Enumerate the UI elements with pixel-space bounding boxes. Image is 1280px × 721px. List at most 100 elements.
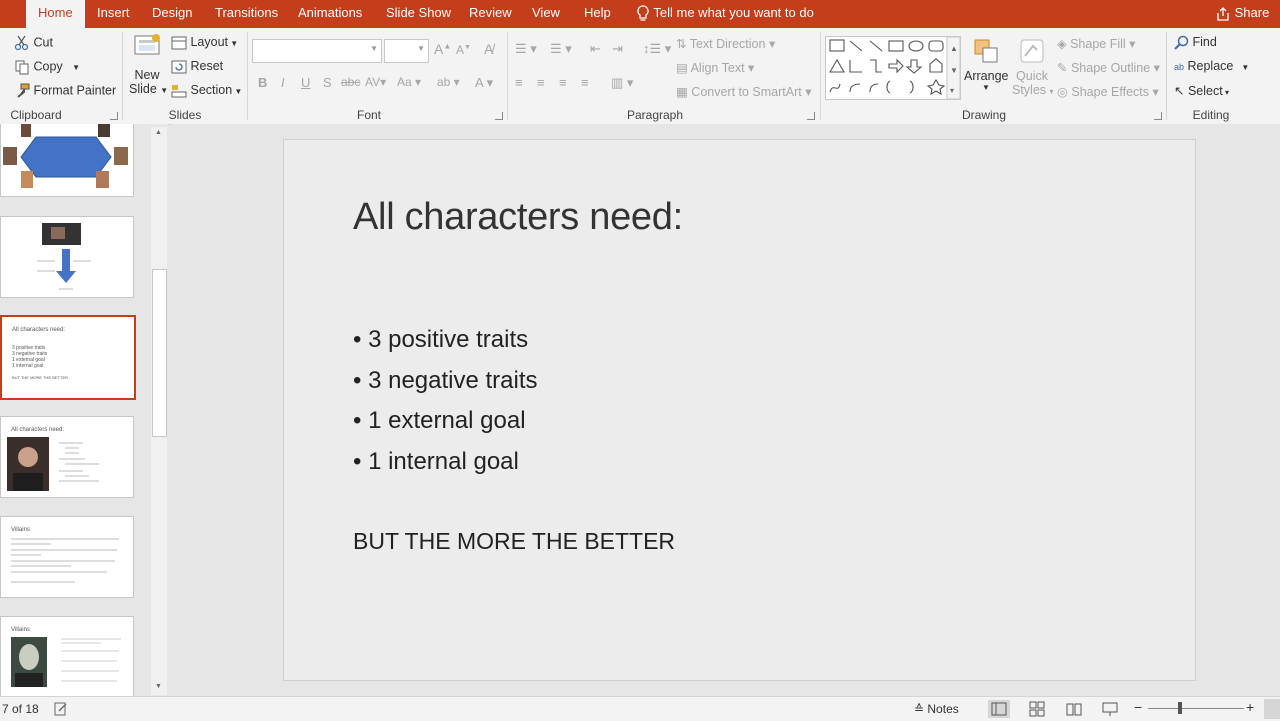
align-center-icon[interactable]: ≡ — [537, 75, 545, 90]
shape-fill-button[interactable]: ◈ Shape Fill ▾ — [1057, 36, 1135, 51]
tell-me-search[interactable]: Tell me what you want to do — [636, 0, 814, 28]
slide-canvas[interactable]: All characters need: • 3 positive traits… — [283, 139, 1196, 681]
bullet-item[interactable]: • 3 positive traits — [353, 326, 528, 354]
font-launcher-icon[interactable] — [495, 112, 503, 120]
tab-insert[interactable]: Insert — [97, 0, 130, 28]
scroll-down-icon[interactable]: ▼ — [155, 683, 162, 690]
zoom-slider[interactable] — [1148, 708, 1244, 709]
tab-design[interactable]: Design — [152, 0, 192, 28]
divider — [122, 32, 123, 120]
copy-button[interactable]: Copy ▼ — [14, 59, 80, 75]
italic-icon[interactable]: I — [281, 75, 285, 90]
slide-thumbnail-selected[interactable]: All characters need: 3 positive traits 3… — [0, 315, 136, 400]
arrange-icon — [974, 39, 998, 63]
cut-button[interactable]: Cut — [14, 35, 53, 51]
tab-help[interactable]: Help — [584, 0, 611, 28]
new-slide-button[interactable]: New Slide ▼ — [129, 33, 168, 96]
fit-to-window-icon[interactable] — [1264, 699, 1280, 719]
ribbon: Cut Copy ▼ Format Painter Clipboard New … — [0, 28, 1280, 125]
text-lines — [59, 442, 99, 482]
drawing-launcher-icon[interactable] — [1154, 112, 1162, 120]
columns-icon[interactable]: ▥ ▾ — [611, 75, 633, 91]
slide-title[interactable]: All characters need: — [353, 196, 683, 239]
font-color-icon[interactable]: A ▾ — [475, 75, 493, 91]
bold-icon[interactable]: B — [258, 75, 267, 90]
slide-thumbnail[interactable] — [0, 124, 134, 197]
scroll-up-icon[interactable]: ▲ — [155, 129, 162, 136]
lightbulb-icon — [637, 4, 649, 21]
spell-check-icon[interactable] — [54, 702, 68, 716]
select-button[interactable]: ↖ Select ▾ — [1174, 83, 1229, 98]
normal-view-icon[interactable] — [988, 700, 1010, 718]
tab-transitions[interactable]: Transitions — [215, 0, 278, 28]
zoom-in-icon[interactable]: + — [1246, 699, 1254, 715]
shadow-icon[interactable]: S — [323, 75, 332, 90]
justify-icon[interactable]: ≡ — [581, 75, 589, 90]
bullet-item[interactable]: • 1 internal goal — [353, 448, 519, 476]
tab-slide-show[interactable]: Slide Show — [386, 0, 451, 28]
increase-indent-icon[interactable]: ⇥ — [612, 41, 623, 57]
line-spacing-icon[interactable]: ↕☰ ▾ — [643, 41, 671, 57]
tab-review[interactable]: Review — [469, 0, 512, 28]
thumbnails-scrollbar[interactable]: ▲ ▼ — [151, 127, 167, 695]
bullet-item[interactable]: • 1 external goal — [353, 407, 526, 435]
underline-icon[interactable]: U — [301, 75, 310, 90]
font-size-dropdown[interactable]: ▼ — [384, 39, 429, 63]
reset-icon — [171, 60, 187, 74]
divider — [247, 32, 248, 120]
numbering-icon[interactable]: ☰ ▾ — [550, 41, 572, 57]
character-spacing-icon[interactable]: AV▾ — [365, 75, 386, 89]
align-left-icon[interactable]: ≡ — [515, 75, 523, 90]
text-direction-button[interactable]: ⇅ Text Direction ▾ — [676, 36, 775, 51]
bullets-icon[interactable]: ☰ ▾ — [515, 41, 537, 57]
hexagon-diagram — [3, 124, 128, 188]
reading-view-icon[interactable] — [1066, 701, 1082, 717]
shape-outline-button[interactable]: ✎ Shape Outline ▾ — [1057, 60, 1160, 75]
quick-styles-button[interactable]: Quick Styles ▾ — [1012, 36, 1054, 97]
shape-effects-icon: ◎ — [1057, 85, 1072, 99]
svg-text:▾: ▾ — [950, 86, 954, 95]
slide-thumbnail[interactable]: All characters need: — [0, 416, 134, 498]
slide-sorter-icon[interactable] — [1029, 701, 1045, 717]
format-painter-button[interactable]: Format Painter — [14, 83, 116, 99]
change-case-icon[interactable]: Aa ▾ — [397, 75, 421, 89]
font-family-dropdown[interactable]: ▼ — [252, 39, 382, 63]
thumb-title: All characters need: — [12, 327, 66, 333]
tab-home[interactable]: Home — [26, 0, 85, 28]
slide-thumbnail[interactable]: Villains — [0, 516, 134, 598]
find-button[interactable]: Find — [1174, 35, 1217, 50]
scrollbar-thumb[interactable] — [152, 269, 167, 437]
tab-animations[interactable]: Animations — [298, 0, 362, 28]
align-text-button[interactable]: ▤ Align Text ▾ — [676, 60, 754, 75]
section-button[interactable]: Section ▼ — [171, 83, 242, 98]
zoom-out-icon[interactable]: − — [1134, 699, 1142, 715]
notes-button[interactable]: ≙ Notes — [914, 702, 959, 716]
thumb-footer: BUT THE MORE THE BETTER — [12, 375, 69, 380]
paragraph-launcher-icon[interactable] — [807, 112, 815, 120]
replace-button[interactable]: ab Replace ▼ — [1174, 59, 1249, 73]
slide-thumbnail[interactable] — [0, 216, 134, 298]
shape-effects-button[interactable]: ◎ Shape Effects ▾ — [1057, 84, 1159, 99]
chevron-down-icon[interactable]: ▼ — [72, 63, 80, 72]
convert-smartart-button[interactable]: ▦ Convert to SmartArt ▾ — [676, 84, 812, 99]
slide-thumbnail[interactable]: Villains — [0, 616, 134, 696]
slideshow-view-icon[interactable] — [1102, 701, 1118, 717]
bullet-item[interactable]: • 3 negative traits — [353, 367, 538, 395]
clipboard-launcher-icon[interactable] — [110, 112, 118, 120]
clear-formatting-icon[interactable]: A̸ — [484, 41, 493, 57]
slide-emphasis-text[interactable]: BUT THE MORE THE BETTER — [353, 528, 675, 555]
tab-view[interactable]: View — [532, 0, 560, 28]
grow-font-icon[interactable]: A▲ — [434, 41, 451, 57]
quick-styles-icon — [1020, 39, 1044, 63]
strikethrough-icon[interactable]: abc — [341, 75, 360, 89]
align-right-icon[interactable]: ≡ — [559, 75, 567, 90]
shapes-gallery[interactable]: ▲ ▼ ▾ — [825, 36, 961, 100]
shrink-font-icon[interactable]: A▼ — [456, 43, 471, 57]
layout-button[interactable]: Layout ▼ — [171, 35, 238, 50]
arrange-button[interactable]: Arrange ▼ — [964, 36, 1008, 92]
reset-button[interactable]: Reset — [171, 59, 223, 74]
share-button[interactable]: Share — [1215, 0, 1269, 28]
zoom-slider-thumb[interactable] — [1178, 702, 1182, 714]
highlight-icon[interactable]: ab ▾ — [437, 75, 460, 89]
decrease-indent-icon[interactable]: ⇤ — [590, 41, 601, 57]
